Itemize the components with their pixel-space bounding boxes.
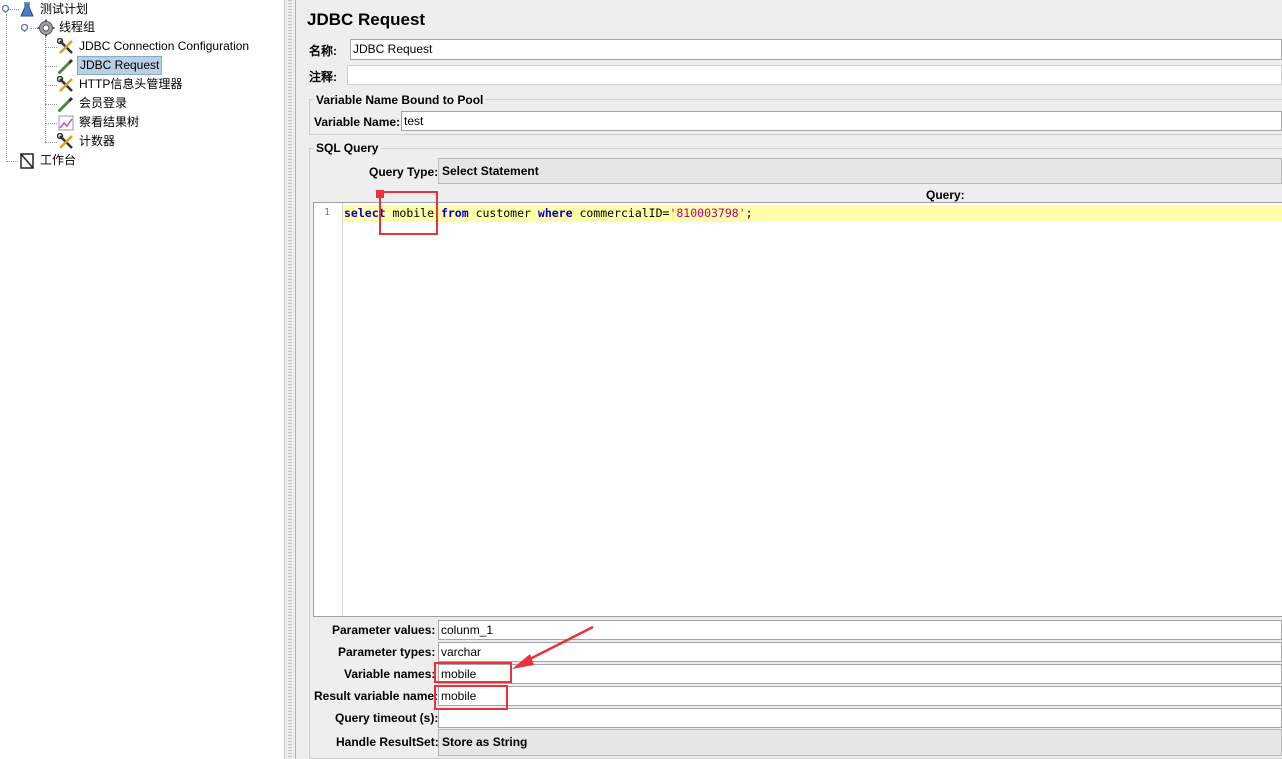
wrench-screwdriver-icon <box>56 75 75 94</box>
chart-listener-icon <box>57 114 75 132</box>
tree-node-label: HTTP信息头管理器 <box>79 77 183 91</box>
tree-node-jdbc-request[interactable]: JDBC Request <box>57 56 163 75</box>
tree-node-label: 会员登录 <box>79 96 128 110</box>
query-timeout-field[interactable] <box>438 708 1282 728</box>
tree-node-label: 察看结果树 <box>79 115 140 129</box>
tree-node-jdbc-config[interactable]: JDBC Connection Configuration <box>56 37 251 56</box>
param-values-label: Parameter values: <box>332 623 436 637</box>
test-plan-tree[interactable]: 测试计划 线程组 JDBC Connection Configuration J… <box>0 0 284 759</box>
splitter-grip <box>288 0 292 759</box>
tree-line <box>6 14 7 162</box>
handle-resultset-select[interactable]: Store as String <box>438 729 1282 756</box>
line-number-gutter: 1 <box>314 203 343 616</box>
tree-node-thread-group[interactable]: 线程组 <box>37 18 97 37</box>
tree-line <box>45 47 57 48</box>
tree-line <box>45 66 57 67</box>
tree-node-label: 计数器 <box>79 134 116 148</box>
tree-node-view-results-tree[interactable]: 察看结果树 <box>57 113 141 132</box>
annotation-marker <box>376 190 384 198</box>
tree-node-member-login[interactable]: 会员登录 <box>57 94 129 113</box>
line-number: 1 <box>323 207 330 218</box>
result-variable-name-label: Result variable name: <box>314 689 439 703</box>
page-title: JDBC Request <box>307 10 426 29</box>
param-types-label: Parameter types: <box>338 645 436 659</box>
sql-text: customer <box>468 206 538 220</box>
tree-line <box>6 161 18 162</box>
comment-field[interactable] <box>347 65 1282 85</box>
annotation-box-query-column <box>379 191 438 235</box>
name-field[interactable]: JDBC Request <box>350 39 1282 60</box>
variable-names-label: Variable names: <box>344 667 436 681</box>
gear-icon <box>37 19 55 37</box>
sql-text: commercialID= <box>572 206 670 220</box>
collapse-toggle-icon[interactable] <box>20 23 29 32</box>
pipette-sampler-icon <box>57 95 75 113</box>
flask-icon <box>18 1 36 19</box>
sql-query-editor[interactable]: 1 select mobile from customer where comm… <box>313 202 1282 617</box>
tree-node-workbench[interactable]: 工作台 <box>18 151 78 170</box>
tree-node-label: JDBC Connection Configuration <box>79 39 250 53</box>
tree-node-http-header-manager[interactable]: HTTP信息头管理器 <box>56 75 184 94</box>
collapse-toggle-icon[interactable] <box>1 4 10 13</box>
sql-string-literal: '810003798' <box>669 206 746 220</box>
handle-resultset-label: Handle ResultSet: <box>336 735 439 749</box>
tree-line <box>45 85 57 86</box>
tree-node-label: 测试计划 <box>40 2 89 16</box>
annotation-box-result-variable <box>434 685 508 710</box>
tree-line <box>45 104 57 105</box>
query-type-select[interactable]: Select Statement <box>438 158 1282 184</box>
sql-text: ; <box>745 206 753 220</box>
tree-node-label: 线程组 <box>59 20 96 34</box>
notebook-icon <box>18 152 36 170</box>
pane-splitter[interactable] <box>284 0 296 759</box>
name-label: 名称: <box>309 44 337 58</box>
query-label: Query: <box>926 188 965 202</box>
annotation-arrow-icon <box>512 625 594 669</box>
query-type-label: Query Type: <box>369 165 439 179</box>
wrench-screwdriver-icon <box>56 37 75 56</box>
tree-line <box>45 123 57 124</box>
tree-line <box>45 36 46 142</box>
variable-name-label: Variable Name: <box>314 115 401 129</box>
tree-node-label: 工作台 <box>40 153 77 167</box>
pool-group-title: Variable Name Bound to Pool <box>313 93 487 107</box>
wrench-screwdriver-icon <box>56 132 75 151</box>
variable-name-field[interactable]: test <box>401 111 1282 131</box>
result-variable-name-field[interactable]: mobile <box>438 686 1282 706</box>
tree-node-test-plan[interactable]: 测试计划 <box>18 0 90 19</box>
pipette-sampler-icon <box>57 57 75 75</box>
tree-node-label: JDBC Request <box>77 56 163 75</box>
sql-group-title: SQL Query <box>313 141 382 155</box>
tree-node-counter[interactable]: 计数器 <box>56 132 117 151</box>
tree-line <box>45 142 57 143</box>
query-timeout-label: Query timeout (s): <box>335 711 439 725</box>
comment-label: 注释: <box>309 70 337 84</box>
sql-keyword: from <box>440 206 469 220</box>
sql-keyword: where <box>537 206 573 220</box>
